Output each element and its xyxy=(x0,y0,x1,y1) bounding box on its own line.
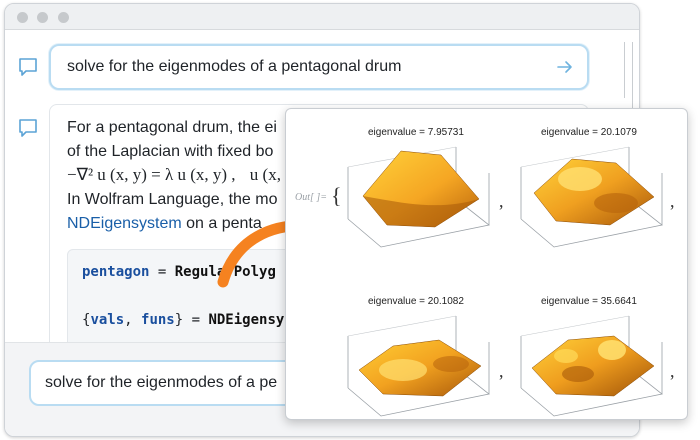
code-variable: vals xyxy=(90,312,125,328)
eigenmode-plot-1[interactable] xyxy=(343,141,493,251)
code-line-2: {vals, funs} = NDEigensy xyxy=(82,312,284,328)
code-function: NDEigensy xyxy=(208,312,285,328)
title-bar xyxy=(5,4,639,30)
submit-arrow-icon[interactable] xyxy=(555,57,575,77)
eigenmode-plot-3[interactable] xyxy=(343,310,493,420)
prompt-text: solve for the eigenmodes of a pentagonal… xyxy=(67,58,402,75)
code-operator: = xyxy=(149,264,175,280)
code-operator: } = xyxy=(174,312,209,328)
cell-bracket[interactable] xyxy=(619,42,625,98)
code-variable: pentagon xyxy=(82,264,150,280)
plot-title: eigenvalue = 7.95731 xyxy=(368,127,464,138)
output-panel: Out[ ]= { eigenvalue = 7.95731 eigenvalu… xyxy=(285,108,688,420)
list-comma: , xyxy=(670,361,675,381)
chat-input-text: solve for the eigenmodes of a pe xyxy=(45,374,278,391)
window-close-button[interactable] xyxy=(17,12,28,23)
laplacian-equation: −∇² u (x, y) = λ u (x, y) , u (x, xyxy=(67,165,281,185)
code-variable: funs xyxy=(141,312,175,328)
list-open-brace: { xyxy=(331,183,342,208)
response-text-line: For a pentagonal drum, the ei xyxy=(67,119,277,136)
response-text-line: of the Laplacian with fixed bo xyxy=(67,143,274,160)
list-comma: , xyxy=(499,191,504,211)
equation-boundary: u (x, xyxy=(249,165,281,184)
cell-bracket-outer[interactable] xyxy=(627,42,633,112)
window-zoom-button[interactable] xyxy=(58,12,69,23)
out-label: Out[ ]= xyxy=(295,192,328,203)
eigenmode-plot-2[interactable] xyxy=(516,141,666,251)
list-comma: , xyxy=(499,361,504,381)
equation-main: −∇² u (x, y) = λ u (x, y) , xyxy=(67,165,236,184)
prompt-input[interactable]: solve for the eigenmodes of a pentagonal… xyxy=(49,44,589,90)
eigenmode-plot-4[interactable] xyxy=(516,310,666,420)
window-minimize-button[interactable] xyxy=(37,12,48,23)
list-comma: , xyxy=(670,191,675,211)
plot-title: eigenvalue = 20.1079 xyxy=(541,127,637,138)
plot-title: eigenvalue = 35.6641 xyxy=(541,296,637,307)
ndeigensystem-link[interactable]: NDEigensystem xyxy=(67,215,182,232)
assistant-bubble-icon xyxy=(19,119,37,137)
chat-bubble-icon xyxy=(19,58,37,76)
plot-title: eigenvalue = 20.1082 xyxy=(368,296,464,307)
code-operator: , xyxy=(124,312,142,328)
